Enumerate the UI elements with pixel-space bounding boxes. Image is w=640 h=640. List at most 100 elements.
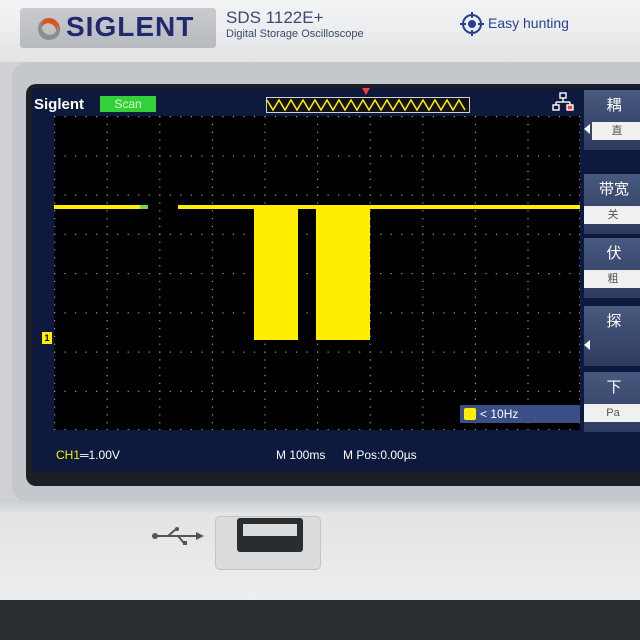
grid-dot bbox=[85, 312, 87, 314]
grid-dot bbox=[327, 429, 329, 430]
grid-dot bbox=[527, 280, 529, 283]
grid-dot bbox=[495, 429, 498, 430]
grid-dot bbox=[295, 155, 298, 157]
grid-dot bbox=[474, 123, 476, 126]
grid-dot bbox=[190, 273, 192, 275]
grid-dot bbox=[232, 116, 235, 118]
grid-dot bbox=[548, 351, 550, 353]
grid-dot bbox=[317, 163, 319, 165]
grid-dot bbox=[211, 296, 213, 298]
grid-dot bbox=[201, 312, 203, 314]
channel-scale: CH1═1.00V bbox=[56, 448, 120, 462]
grid-dot bbox=[453, 312, 455, 314]
grid-dot bbox=[527, 155, 529, 157]
grid-dot bbox=[159, 327, 161, 330]
grid-dot bbox=[558, 312, 561, 314]
grid-dot bbox=[232, 155, 235, 157]
grid-dot bbox=[422, 335, 424, 337]
grid-dot bbox=[485, 233, 487, 235]
grid-dot bbox=[211, 186, 213, 188]
grid-dot bbox=[117, 233, 119, 235]
grid-dot bbox=[380, 429, 382, 430]
grid-dot bbox=[474, 147, 476, 149]
grid-dot bbox=[211, 367, 213, 369]
grid-dot bbox=[485, 390, 487, 392]
grid-dot bbox=[474, 367, 476, 369]
grid-dot bbox=[369, 170, 371, 173]
grid-dot bbox=[306, 351, 308, 353]
grid-dot bbox=[527, 288, 529, 290]
grid-dot bbox=[527, 210, 529, 212]
grid-dot bbox=[474, 202, 476, 204]
grid-dot bbox=[474, 178, 476, 180]
grid-dot bbox=[369, 390, 371, 392]
grid-dot bbox=[474, 375, 476, 377]
grid-dot bbox=[569, 390, 571, 392]
grid-dot bbox=[222, 155, 224, 157]
menu-item-next-page[interactable]: 下 Pa bbox=[584, 372, 640, 432]
grid-dot bbox=[380, 233, 382, 235]
grid-dot bbox=[527, 327, 529, 330]
grid-dot bbox=[232, 233, 235, 235]
grid-dot bbox=[579, 233, 580, 235]
grid-dot bbox=[211, 178, 213, 180]
grid-dot bbox=[106, 422, 108, 424]
grid-dot bbox=[506, 312, 508, 314]
grid-dot bbox=[527, 178, 529, 180]
grid-dot bbox=[106, 335, 108, 337]
grid-dot bbox=[148, 312, 150, 314]
grid-dot bbox=[96, 194, 98, 196]
grid-dot bbox=[579, 155, 580, 157]
grid-dot bbox=[569, 233, 571, 235]
model-number: SDS 1122E+ bbox=[226, 8, 324, 27]
grid-dot bbox=[138, 233, 140, 235]
grid-dot bbox=[211, 225, 213, 228]
grid-dot bbox=[232, 273, 235, 275]
grid-dot bbox=[159, 241, 161, 243]
grid-dot bbox=[432, 116, 434, 118]
grid-dot bbox=[527, 139, 529, 141]
grid-dot bbox=[579, 147, 580, 149]
grid-dot bbox=[169, 312, 171, 314]
grid-dot bbox=[317, 414, 319, 416]
grid-dot bbox=[264, 382, 266, 385]
grid-dot bbox=[569, 194, 571, 196]
menu-item-coupling[interactable]: 耦 直 bbox=[584, 90, 640, 150]
grid-dot bbox=[422, 123, 424, 126]
menu-item-probe[interactable]: 探 bbox=[584, 306, 640, 366]
grid-dot bbox=[211, 210, 213, 212]
grid-dot bbox=[243, 429, 245, 430]
grid-dot bbox=[558, 194, 561, 196]
grid-dot bbox=[159, 312, 161, 314]
grid-dot bbox=[148, 116, 150, 118]
grid-dot bbox=[327, 116, 329, 118]
grid-dot bbox=[211, 382, 213, 385]
grid-dot bbox=[411, 233, 413, 235]
grid-dot bbox=[264, 147, 266, 149]
grid-dot bbox=[306, 194, 308, 196]
grid-dot bbox=[527, 218, 529, 220]
grid-dot bbox=[54, 367, 56, 369]
grid-dot bbox=[127, 116, 129, 118]
grid-dot bbox=[422, 429, 424, 430]
grid-dot bbox=[54, 382, 56, 385]
menu-item-volts[interactable]: 伏 粗 bbox=[584, 238, 640, 298]
grid-dot bbox=[211, 414, 213, 416]
grid-dot bbox=[306, 155, 308, 157]
grid-dot bbox=[54, 265, 56, 267]
menu-item-bandwidth[interactable]: 带宽 关 bbox=[584, 174, 640, 234]
grid-dot bbox=[106, 202, 108, 204]
grid-dot bbox=[327, 390, 329, 392]
grid-dot bbox=[422, 382, 424, 385]
grid-dot bbox=[422, 210, 424, 212]
grid-dot bbox=[527, 273, 529, 275]
grid-dot bbox=[274, 390, 277, 392]
grid-dot bbox=[75, 429, 77, 430]
grid-dot bbox=[54, 273, 56, 275]
grid-dot bbox=[495, 390, 498, 392]
coupling-symbol: ═ bbox=[80, 448, 89, 462]
grid-dot bbox=[327, 351, 329, 353]
grid-dot bbox=[579, 178, 580, 180]
grid-dot bbox=[579, 367, 580, 369]
grid-dot bbox=[506, 233, 508, 235]
